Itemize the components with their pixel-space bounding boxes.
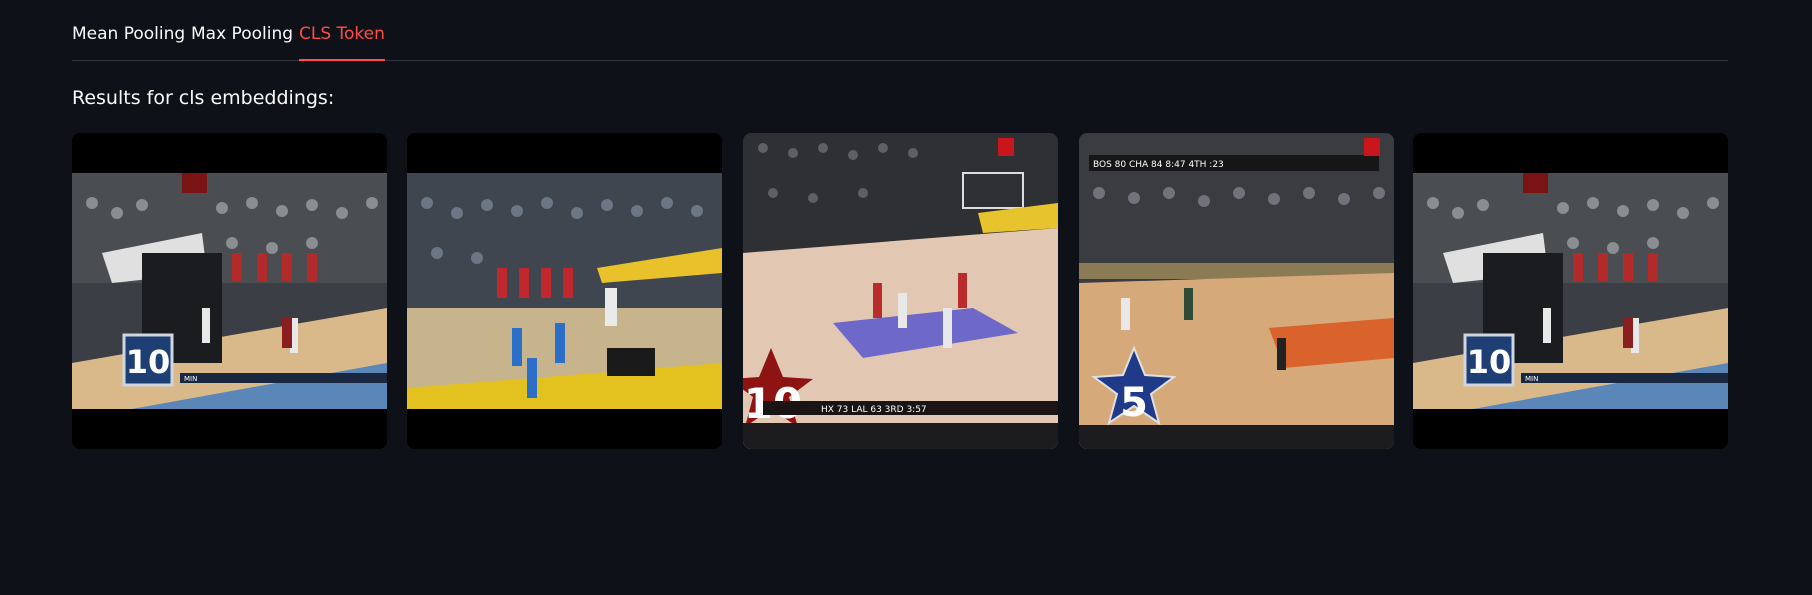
video-thumbnail[interactable]: 10 MIN bbox=[72, 133, 387, 449]
score-bug: BOS 80 CHA 84 8:47 4TH :23 bbox=[1093, 160, 1224, 170]
thumbnail-image: 10 MIN bbox=[72, 133, 387, 449]
video-thumbnail[interactable]: 10 HX 73 LAL 63 3RD 3:57 bbox=[743, 133, 1058, 449]
score-bug: MIN bbox=[184, 375, 197, 383]
tab-cls-token[interactable]: CLS Token bbox=[299, 20, 385, 61]
score-bug: MIN bbox=[1525, 375, 1538, 383]
thumbnail-badge: 5 bbox=[1120, 380, 1148, 426]
video-thumbnail[interactable] bbox=[407, 133, 722, 449]
video-thumbnail[interactable]: BOS 80 CHA 84 8:47 4TH :23 5 bbox=[1079, 133, 1394, 449]
thumbnail-image: 10 MIN bbox=[1413, 133, 1728, 449]
video-thumbnail[interactable]: 10 MIN bbox=[1413, 133, 1728, 449]
thumbnail-badge: 10 bbox=[126, 343, 171, 381]
thumbnail-image: BOS 80 CHA 84 8:47 4TH :23 5 bbox=[1079, 133, 1394, 449]
results-heading: Results for cls embeddings: bbox=[72, 87, 335, 109]
image-gallery: 10 MIN HX 73 LAL 63 3RD 3:57 BOS 80 CHA … bbox=[72, 133, 1728, 449]
tab-bar: Mean Pooling Max Pooling CLS Token bbox=[72, 0, 1728, 61]
thumbnail-badge: 10 bbox=[1467, 343, 1512, 381]
thumbnail-image: 10 HX 73 LAL 63 3RD 3:57 bbox=[743, 133, 1058, 449]
tab-mean-pooling[interactable]: Mean Pooling bbox=[72, 20, 185, 60]
thumbnail-image bbox=[407, 133, 722, 449]
score-bug: HX 73 LAL 63 3RD 3:57 bbox=[821, 405, 927, 415]
tab-max-pooling[interactable]: Max Pooling bbox=[191, 20, 293, 60]
